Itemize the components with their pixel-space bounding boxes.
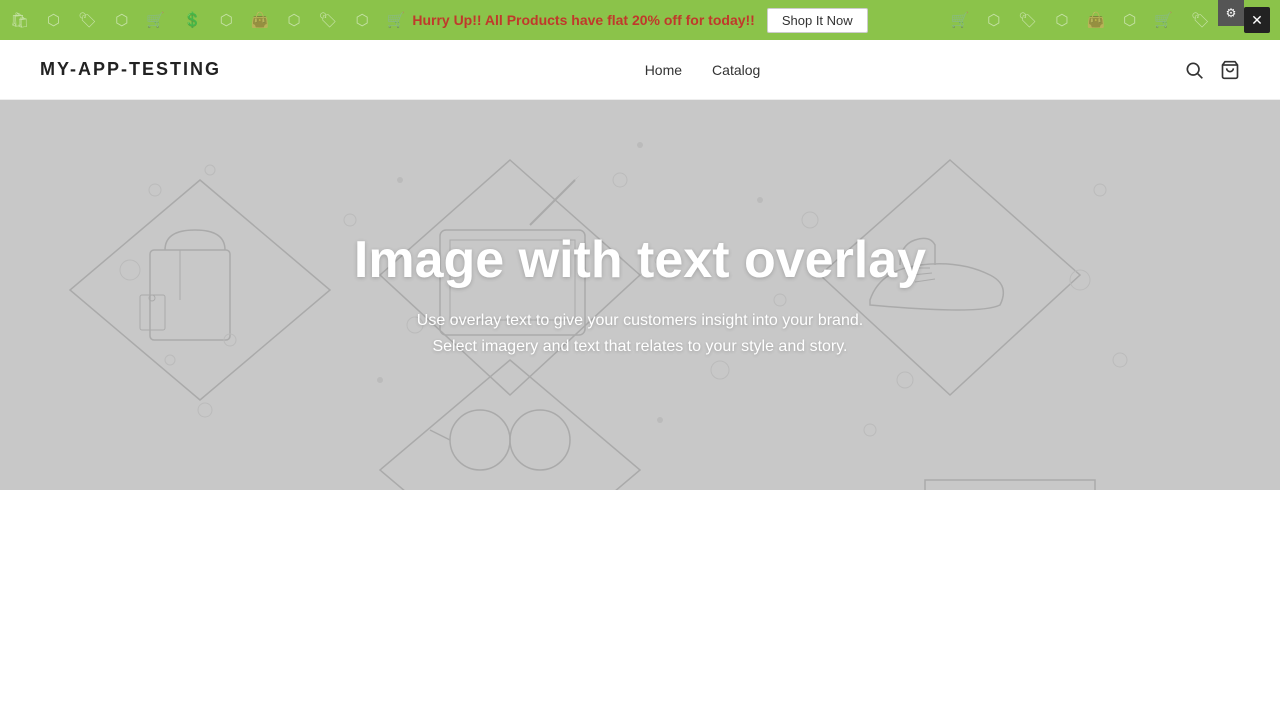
close-icon: ✕	[1251, 12, 1263, 29]
shopify-icon-2: ⬡	[115, 11, 128, 29]
hero-subtitle-line2: Select imagery and text that relates to …	[354, 334, 926, 360]
announcement-bar: 🛍 ⬡ 🏷 ⬡ 🛒 💲 ⬡ 👜 ⬡ 🏷 ⬡ 🛒 Hurry Up!! All P…	[0, 0, 1280, 40]
shopify-icon-1: ⬡	[47, 11, 60, 29]
main-nav: Home Catalog	[645, 62, 761, 78]
cart-icon	[1220, 60, 1240, 80]
shop-icon-r1: 🛒	[951, 11, 970, 29]
site-logo[interactable]: MY-APP-TESTING	[40, 59, 221, 80]
announcement-icons-left: 🛍 ⬡ 🏷 ⬡ 🛒 💲 ⬡ 👜 ⬡ 🏷 ⬡ 🛒	[0, 0, 405, 40]
header-actions	[1184, 60, 1240, 80]
announcement-text-group: Hurry Up!! All Products have flat 20% of…	[412, 8, 867, 33]
shop-now-button[interactable]: Shop It Now	[767, 8, 868, 33]
percent-icon-1: 💲	[183, 11, 202, 29]
tag-icon-1: 🏷	[78, 11, 97, 29]
hero-subtitle-line1: Use overlay text to give your customers …	[354, 308, 926, 334]
settings-icon: ⚙	[1226, 6, 1237, 20]
nav-catalog[interactable]: Catalog	[712, 62, 760, 78]
hero-overlay-content: Image with text overlay Use overlay text…	[354, 230, 926, 359]
hero-section: Image with text overlay Use overlay text…	[0, 100, 1280, 490]
search-icon	[1184, 60, 1204, 80]
bag-icon-r1: 👜	[1086, 11, 1105, 29]
hero-title: Image with text overlay	[354, 230, 926, 290]
announcement-message: Hurry Up!! All Products have flat 20% of…	[412, 12, 755, 28]
shopify-icon-5: ⬡	[356, 11, 369, 29]
shopify-icon-3: ⬡	[220, 11, 233, 29]
close-announcement-button[interactable]: ✕	[1244, 7, 1270, 33]
settings-button[interactable]: ⚙	[1218, 0, 1244, 26]
tag-icon-2: 🏷	[319, 11, 338, 29]
bag-icon-1: 👜	[251, 11, 270, 29]
shop-icon-1: 🛍	[10, 11, 29, 29]
below-fold-area	[0, 490, 1280, 620]
shopify-icon-4: ⬡	[287, 11, 300, 29]
tag-icon-r1: 🏷	[1018, 11, 1037, 29]
cart-button[interactable]	[1220, 60, 1240, 80]
cart-icon-r2: 🛒	[1154, 11, 1173, 29]
nav-home[interactable]: Home	[645, 62, 682, 78]
cart-icon-1: 🛒	[146, 11, 165, 29]
site-header: MY-APP-TESTING Home Catalog	[0, 40, 1280, 100]
shopify-icon-r1: ⬡	[987, 11, 1000, 29]
shopify-icon-r2: ⬡	[1055, 11, 1068, 29]
cart-icon-2: 🛒	[387, 11, 406, 29]
announcement-icons-right: 🛒 ⬡ 🏷 ⬡ 👜 ⬡ 🛒 🏷	[951, 0, 1210, 40]
search-button[interactable]	[1184, 60, 1204, 80]
shopify-icon-r3: ⬡	[1123, 11, 1136, 29]
tag-icon-r2: 🏷	[1191, 11, 1210, 29]
